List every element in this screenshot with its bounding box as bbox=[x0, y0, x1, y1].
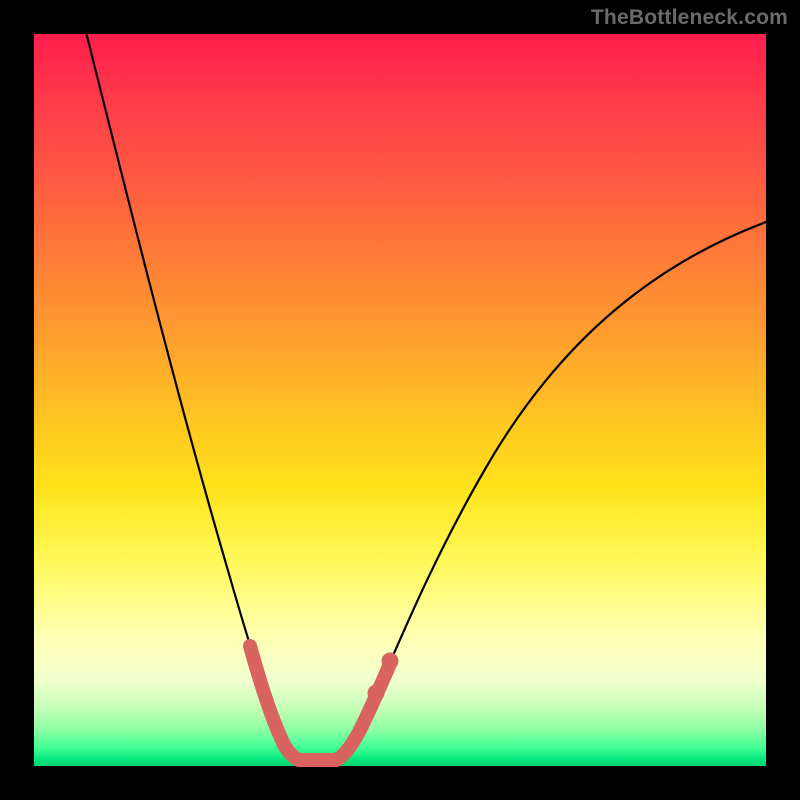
plot-area bbox=[34, 34, 766, 766]
chart-stage: TheBottleneck.com bbox=[0, 0, 800, 800]
highlight-dot-icon bbox=[368, 685, 385, 702]
bottleneck-curve bbox=[84, 24, 766, 760]
chart-svg bbox=[34, 34, 766, 766]
highlight-dot-icon bbox=[382, 653, 399, 670]
highlight-left bbox=[250, 646, 299, 760]
watermark-text: TheBottleneck.com bbox=[591, 6, 788, 30]
highlight-right bbox=[336, 664, 390, 760]
